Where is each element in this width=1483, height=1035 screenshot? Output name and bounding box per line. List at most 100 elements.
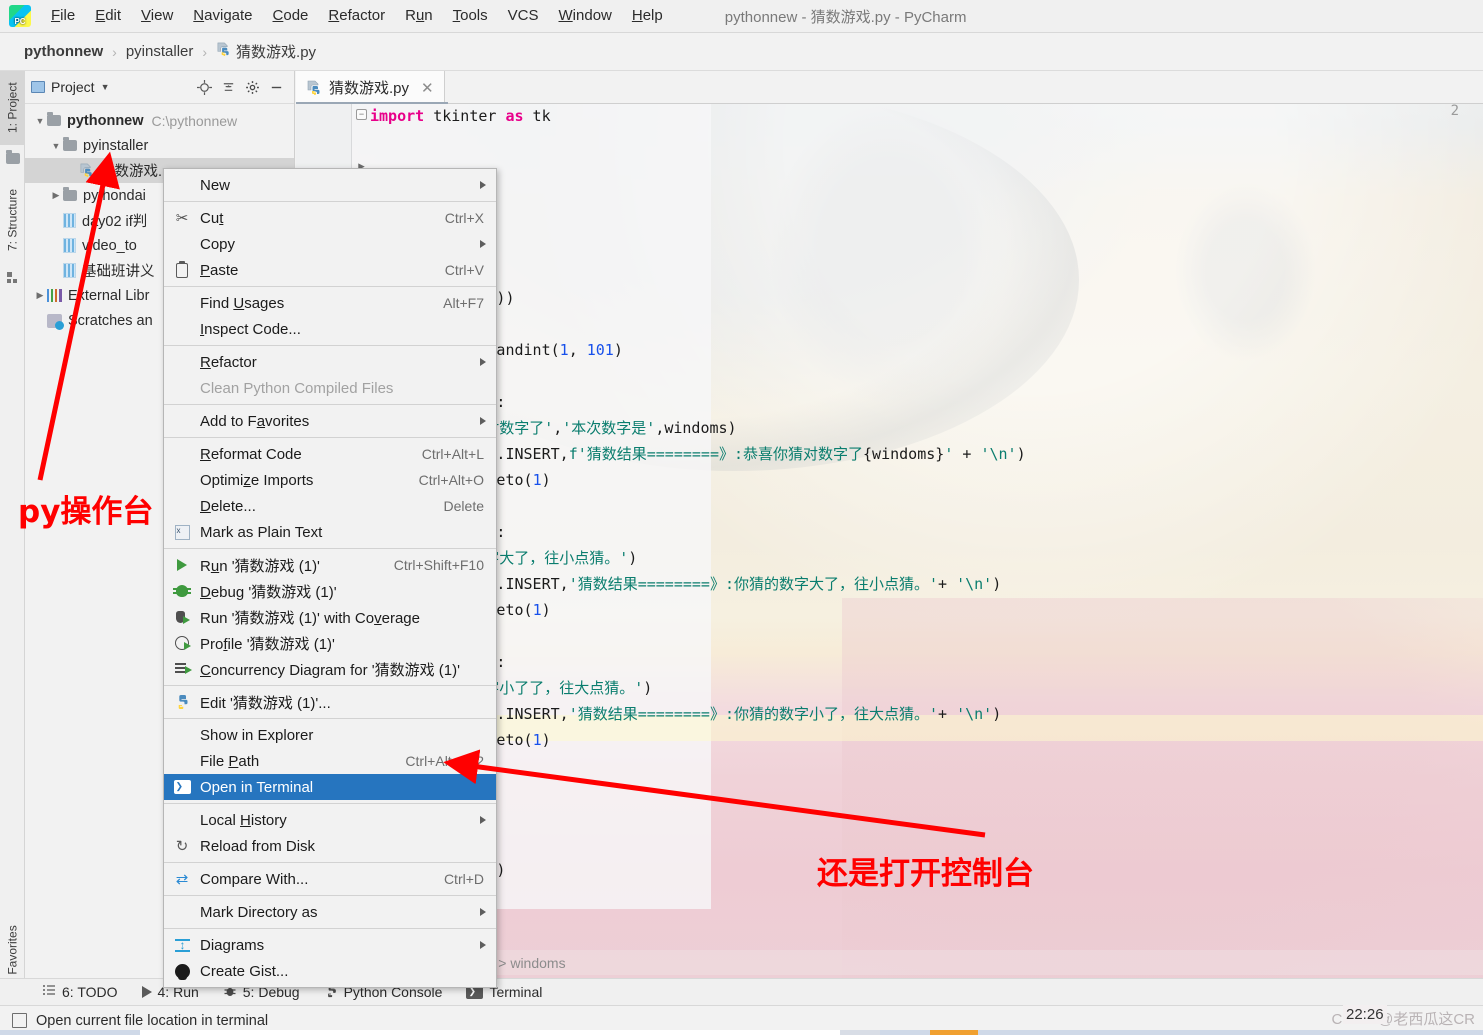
tab-label: 猜数游戏.py (329, 80, 410, 97)
context-menu-separator (164, 718, 496, 719)
status-message: Open current file location in terminal (36, 1012, 269, 1029)
context-menu-item-label: Delete... (200, 497, 256, 515)
context-menu-item[interactable]: Refactor (164, 349, 496, 375)
context-menu-item-label: New (200, 176, 231, 194)
context-menu-shortcut: Ctrl+Alt+F12 (405, 753, 484, 769)
context-menu-item-label: Optimize Imports (200, 471, 314, 489)
context-menu-item[interactable]: Paste Ctrl+V (164, 257, 496, 283)
settings-gear-icon[interactable] (240, 76, 264, 98)
breadcrumb-item-folder[interactable]: pyinstaller (126, 43, 194, 60)
context-menu-item[interactable]: Edit '猜数游戏 (1)'... (164, 689, 496, 715)
menu-tools[interactable]: Tools (443, 4, 498, 28)
context-menu-item[interactable]: Diagrams (164, 932, 496, 958)
code-text[interactable]: import randomimport tkinter as tk:户输入= i… (370, 71, 1483, 909)
context-menu-item[interactable]: Create Gist... (164, 958, 496, 984)
menu-view[interactable]: View (131, 4, 183, 28)
context-menu-separator (164, 803, 496, 804)
context-menu-separator (164, 437, 496, 438)
context-menu-item-label: Paste (200, 261, 239, 279)
breadcrumb-item-project[interactable]: pythonnew (24, 43, 103, 60)
bottom-edge-strip (0, 1030, 1483, 1035)
submenu-arrow-icon (480, 417, 486, 425)
editor-tab-bar: 猜数游戏.py ✕ (296, 71, 1483, 104)
close-icon[interactable]: ✕ (421, 79, 434, 97)
context-menu-item-label: Refactor (200, 353, 257, 371)
context-menu-item[interactable]: Concurrency Diagram for '猜数游戏 (1)' (164, 656, 496, 682)
tree-item-label: pyinstaller (83, 137, 149, 154)
context-menu-item[interactable]: Mark Directory as (164, 899, 496, 925)
twisty-icon[interactable]: ▼ (33, 116, 47, 126)
context-menu-separator (164, 928, 496, 929)
menu-navigate[interactable]: Navigate (183, 4, 262, 28)
context-menu-item[interactable]: Add to Favorites (164, 408, 496, 434)
context-menu-item[interactable]: Copy (164, 231, 496, 257)
context-menu-separator (164, 895, 496, 896)
toolwindow-todo[interactable]: 6: TODO (42, 984, 118, 1001)
context-menu-item-label: Inspect Code... (200, 320, 301, 338)
context-menu-item-label: Concurrency Diagram for '猜数游戏 (1)' (200, 661, 460, 679)
submenu-arrow-icon (480, 941, 486, 949)
context-menu-item[interactable]: File Path Ctrl+Alt+F12 (164, 748, 496, 774)
chevron-down-icon[interactable]: ▼ (101, 82, 110, 92)
submenu-arrow-icon (480, 240, 486, 248)
context-menu-item[interactable]: Mark as Plain Text (164, 519, 496, 545)
menu-edit[interactable]: Edit (85, 4, 131, 28)
context-menu-item[interactable]: ↻ Reload from Disk (164, 833, 496, 859)
sidebar-tab-project[interactable]: 1: Project (0, 71, 25, 145)
tree-row[interactable]: ▼ pyinstaller (25, 133, 294, 158)
context-menu-item[interactable]: Inspect Code... (164, 316, 496, 342)
tree-item-label: video_to (82, 237, 137, 254)
toolwindow-todo-label: 6: TODO (62, 984, 118, 1000)
context-menu[interactable]: New ✂ Cut Ctrl+X Copy Paste Ctrl+V Find Usages A… (163, 168, 497, 988)
context-menu-item[interactable]: Debug '猜数游戏 (1)' (164, 578, 496, 604)
context-menu-item[interactable]: Run '猜数游戏 (1)' Ctrl+Shift+F10 (164, 552, 496, 578)
twisty-icon[interactable]: ▼ (49, 141, 63, 151)
context-menu-item[interactable]: Delete... Delete (164, 493, 496, 519)
python-file-icon (216, 42, 231, 62)
reload-icon: ↻ (175, 838, 189, 855)
profile-icon (173, 634, 191, 652)
twisty-icon[interactable]: ▶ (33, 290, 47, 301)
context-menu-item-label: Open in Terminal (200, 778, 314, 796)
module-icon (63, 263, 76, 278)
menu-refactor[interactable]: Refactor (318, 4, 395, 28)
context-menu-shortcut: Ctrl+V (444, 262, 484, 278)
menu-run[interactable]: Run (395, 4, 443, 28)
tree-item-label: 基础班讲义 (82, 264, 155, 280)
menu-vcs[interactable]: VCS (498, 4, 549, 28)
menu-window[interactable]: Window (549, 4, 622, 28)
context-menu-item[interactable]: Reformat Code Ctrl+Alt+L (164, 441, 496, 467)
hide-panel-icon[interactable] (264, 76, 288, 98)
context-menu-item[interactable]: Find Usages Alt+F7 (164, 290, 496, 316)
context-menu-item[interactable]: New (164, 172, 496, 198)
context-menu-item-label: Add to Favorites (200, 412, 310, 430)
run-play-icon (141, 986, 152, 998)
context-menu-item[interactable]: Run '猜数游戏 (1)' with Coverage (164, 604, 496, 630)
tree-row[interactable]: ▼ pythonnew C:\pythonnew (25, 108, 294, 133)
sidebar-tab-structure[interactable]: 7: Structure (0, 176, 25, 264)
annotation-label-py-console: py操作台 (18, 494, 154, 530)
menu-help[interactable]: Help (622, 4, 673, 28)
tab-guessing-game[interactable]: 猜数游戏.py ✕ (296, 71, 445, 104)
context-menu-item[interactable]: Show in Explorer (164, 722, 496, 748)
tree-item-label: day02 if判 (82, 214, 148, 230)
context-menu-item[interactable]: Open in Terminal (164, 774, 496, 800)
fold-marker[interactable]: − (356, 109, 367, 120)
pycharm-logo-icon (9, 5, 31, 27)
breadcrumb-item-file[interactable]: 猜数游戏.py (236, 41, 316, 62)
menu-code[interactable]: Code (263, 4, 319, 28)
context-menu-item[interactable]: Profile '猜数游戏 (1)' (164, 630, 496, 656)
twisty-icon[interactable]: ▶ (49, 190, 63, 201)
context-menu-item[interactable]: Optimize Imports Ctrl+Alt+O (164, 467, 496, 493)
context-menu-item[interactable]: ✂ Cut Ctrl+X (164, 205, 496, 231)
context-menu-item-label: Edit '猜数游戏 (1)'... (200, 694, 331, 712)
context-menu-item[interactable]: Local History (164, 807, 496, 833)
collapse-all-icon[interactable] (216, 76, 240, 98)
submenu-arrow-icon (480, 816, 486, 824)
project-panel-title: Project (51, 79, 95, 95)
context-menu-item[interactable]: ⇄ Compare With... Ctrl+D (164, 866, 496, 892)
target-icon[interactable] (192, 76, 216, 98)
submenu-arrow-icon (480, 358, 486, 366)
menu-file[interactable]: File (41, 4, 85, 28)
menu-bar: File Edit View Navigate Code Refactor Ru… (41, 0, 673, 33)
